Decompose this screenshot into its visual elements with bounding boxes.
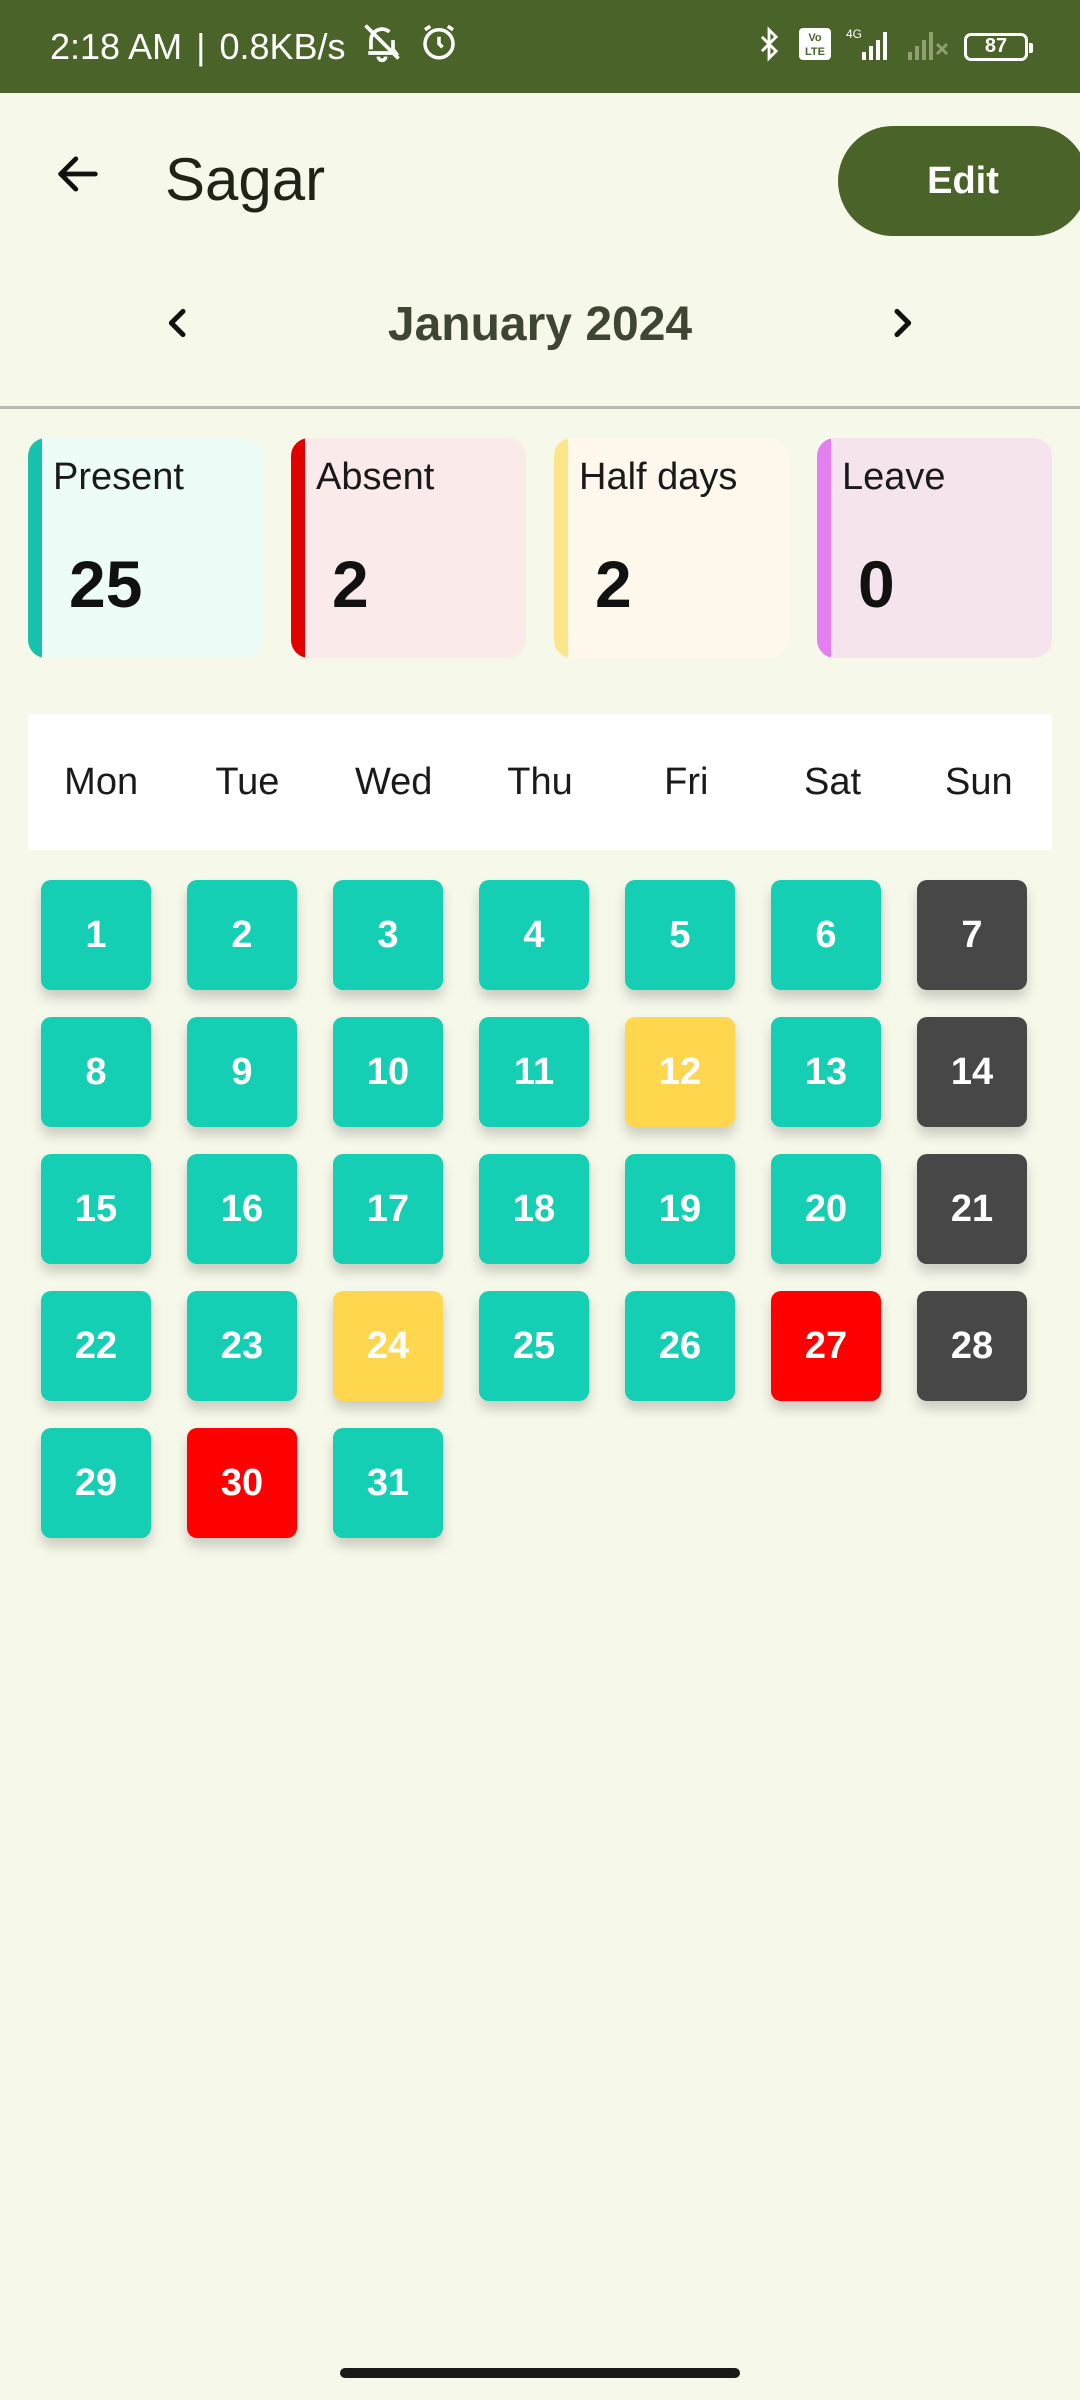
signal-no-service-icon: [904, 26, 952, 67]
calendar-day[interactable]: 8: [41, 1017, 151, 1127]
calendar-day[interactable]: 1: [41, 880, 151, 990]
status-right: Vo LTE 4G 87: [752, 0, 1033, 93]
status-bar: 2:18 AM | 0.8KB/s Vo LTE 4G 87: [0, 0, 1080, 93]
back-button[interactable]: [42, 140, 114, 212]
calendar-day[interactable]: 31: [333, 1428, 443, 1538]
calendar-day[interactable]: 22: [41, 1291, 151, 1401]
calendar-day[interactable]: 12: [625, 1017, 735, 1127]
attendance-screen: 2:18 AM | 0.8KB/s Vo LTE 4G 87 Sagar Edi…: [0, 0, 1080, 2400]
weekday-fri: Fri: [664, 761, 709, 803]
calendar-day[interactable]: 20: [771, 1154, 881, 1264]
signal-4g-icon: 4G: [844, 26, 892, 67]
card-stripe: [28, 438, 42, 658]
card-label: Absent: [316, 456, 435, 498]
calendar-day[interactable]: 16: [187, 1154, 297, 1264]
summary-card-present: Present 25: [28, 438, 263, 658]
weekday-wed: Wed: [354, 761, 433, 803]
chevron-left-icon: [158, 303, 198, 348]
calendar-day[interactable]: 28: [917, 1291, 1027, 1401]
weekday-thu: Thu: [507, 761, 573, 803]
calendar-day[interactable]: 2: [187, 880, 297, 990]
calendar-day[interactable]: 15: [41, 1154, 151, 1264]
volte-text-top: Vo: [808, 32, 822, 44]
battery-indicator: 87: [964, 32, 1033, 61]
card-stripe: [554, 438, 568, 658]
battery-level: 87: [984, 35, 1008, 57]
arrow-left-icon: [52, 148, 104, 205]
calendar-day[interactable]: 11: [479, 1017, 589, 1127]
card-value: 2: [332, 547, 369, 621]
volte-icon: Vo LTE: [798, 27, 832, 66]
calendar-day[interactable]: 25: [479, 1291, 589, 1401]
weekday-mon: Mon: [64, 761, 139, 803]
calendar-day[interactable]: 21: [917, 1154, 1027, 1264]
card-label: Half days: [579, 456, 738, 498]
card-label: Present: [53, 456, 184, 498]
card-stripe: [291, 438, 305, 658]
summary-card-leave: Leave 0: [817, 438, 1052, 658]
volte-text-bottom: LTE: [805, 46, 825, 58]
calendar-day[interactable]: 7: [917, 880, 1027, 990]
weekday-header: Mon Tue Wed Thu Fri Sat Sun: [28, 714, 1052, 850]
calendar-day[interactable]: 14: [917, 1017, 1027, 1127]
status-left: 2:18 AM | 0.8KB/s: [50, 0, 460, 93]
previous-month-button[interactable]: [148, 295, 208, 355]
card-value: 2: [595, 547, 632, 621]
calendar-day[interactable]: 13: [771, 1017, 881, 1127]
weekday-sun: Sun: [945, 761, 1013, 803]
status-separator: |: [196, 25, 206, 67]
calendar-day[interactable]: 6: [771, 880, 881, 990]
status-speed: 0.8KB/s: [219, 25, 346, 67]
weekday-sat: Sat: [804, 761, 862, 803]
gesture-nav-bar[interactable]: [340, 2368, 740, 2378]
card-value: 25: [69, 547, 143, 621]
calendar-day[interactable]: 27: [771, 1291, 881, 1401]
header-divider: [0, 406, 1080, 409]
next-month-button[interactable]: [872, 295, 932, 355]
bluetooth-icon: [752, 24, 786, 69]
calendar-day[interactable]: 23: [187, 1291, 297, 1401]
card-label: Leave: [842, 456, 946, 498]
weekday-tue: Tue: [215, 761, 280, 803]
summary-card-absent: Absent 2: [291, 438, 526, 658]
page-title: Sagar: [165, 146, 326, 213]
calendar-day[interactable]: 4: [479, 880, 589, 990]
alarm-icon: [418, 21, 460, 72]
muted-bell-icon: [360, 20, 404, 73]
calendar-day[interactable]: 19: [625, 1154, 735, 1264]
edit-button[interactable]: Edit: [838, 126, 1080, 236]
calendar-day[interactable]: 26: [625, 1291, 735, 1401]
network-text: 4G: [846, 27, 862, 41]
card-value: 0: [858, 547, 895, 621]
calendar-day[interactable]: 9: [187, 1017, 297, 1127]
summary-card-half-days: Half days 2: [554, 438, 789, 658]
card-stripe: [817, 438, 831, 658]
calendar-day[interactable]: 5: [625, 880, 735, 990]
calendar-day[interactable]: 24: [333, 1291, 443, 1401]
calendar-day[interactable]: 17: [333, 1154, 443, 1264]
chevron-right-icon: [882, 303, 922, 348]
calendar-grid: 1 2 3 4 5 6 7 8 9 10 11 12 13 14 15 16 17 18 19 20 21 22 23 24 2…: [0, 0, 1080, 2400]
calendar-day[interactable]: 29: [41, 1428, 151, 1538]
status-time: 2:18 AM: [50, 25, 183, 67]
calendar-day[interactable]: 10: [333, 1017, 443, 1127]
calendar-day[interactable]: 18: [479, 1154, 589, 1264]
calendar-day[interactable]: 3: [333, 880, 443, 990]
calendar-day[interactable]: 30: [187, 1428, 297, 1538]
